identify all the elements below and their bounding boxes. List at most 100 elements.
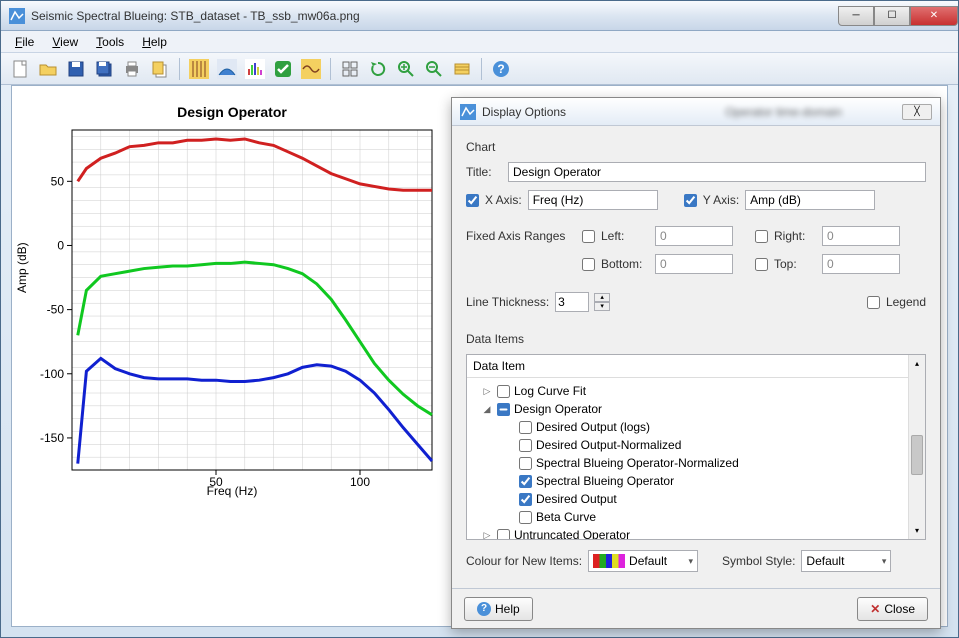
zoom-out-button[interactable] bbox=[421, 56, 447, 82]
colour-label: Colour for New Items: bbox=[466, 554, 582, 568]
chart-title: Design Operator bbox=[12, 86, 452, 120]
dialog-title: Display Options bbox=[482, 105, 725, 119]
xaxis-checkbox[interactable] bbox=[466, 194, 479, 207]
tree-item[interactable]: ▷Untruncated Operator bbox=[473, 526, 919, 540]
titlebar[interactable]: Seismic Spectral Blueing: STB_dataset - … bbox=[1, 1, 958, 31]
menu-view[interactable]: View bbox=[44, 33, 86, 51]
grid-button[interactable] bbox=[337, 56, 363, 82]
copy-button[interactable] bbox=[147, 56, 173, 82]
title-input[interactable] bbox=[508, 162, 926, 182]
menu-file[interactable]: File bbox=[7, 33, 42, 51]
tree-checkbox[interactable] bbox=[519, 439, 532, 452]
left-input[interactable] bbox=[655, 226, 733, 246]
legend-label: Legend bbox=[886, 295, 926, 309]
help-icon: ? bbox=[491, 59, 511, 79]
bottom-input[interactable] bbox=[655, 254, 733, 274]
series-desired-output-(upper) bbox=[78, 139, 432, 190]
tree-item-label: Log Curve Fit bbox=[514, 384, 586, 398]
chart-plot[interactable]: 50100-150-100-50050 bbox=[12, 120, 452, 520]
data-items-label: Data Items bbox=[466, 332, 926, 346]
tree-item[interactable]: Desired Output (logs) bbox=[473, 418, 919, 436]
scroll-up-icon[interactable]: ▴ bbox=[909, 355, 925, 372]
top-label: Top: bbox=[774, 257, 816, 271]
colour-combo[interactable]: Default bbox=[588, 550, 698, 572]
tree-checkbox[interactable] bbox=[519, 493, 532, 506]
help-button[interactable]: ?Help bbox=[464, 597, 533, 621]
seismic-button[interactable] bbox=[186, 56, 212, 82]
close-button[interactable]: ✕ bbox=[910, 6, 958, 26]
open-file-button[interactable] bbox=[35, 56, 61, 82]
blueing-button[interactable] bbox=[214, 56, 240, 82]
main-window: Seismic Spectral Blueing: STB_dataset - … bbox=[0, 0, 959, 638]
help-button[interactable]: ? bbox=[488, 56, 514, 82]
refresh-button[interactable] bbox=[365, 56, 391, 82]
tree-checkbox[interactable] bbox=[497, 385, 510, 398]
symbol-combo[interactable]: Default bbox=[801, 550, 891, 572]
refresh-icon bbox=[368, 59, 388, 79]
yaxis-checkbox[interactable] bbox=[684, 194, 697, 207]
save-icon bbox=[66, 59, 86, 79]
close-x-icon: ✕ bbox=[870, 602, 880, 616]
top-input[interactable] bbox=[822, 254, 900, 274]
series-desired-output-(lower) bbox=[78, 358, 432, 463]
tree-checkbox[interactable] bbox=[519, 511, 532, 524]
scroll-down-icon[interactable]: ▾ bbox=[909, 522, 925, 539]
fit-icon bbox=[452, 59, 472, 79]
tree-item[interactable]: Desired Output bbox=[473, 490, 919, 508]
operator-icon bbox=[301, 59, 321, 79]
tree-checkbox[interactable] bbox=[519, 475, 532, 488]
svg-text:100: 100 bbox=[350, 475, 370, 489]
tree-item-label: Spectral Blueing Operator-Normalized bbox=[536, 456, 739, 470]
fit-button[interactable] bbox=[449, 56, 475, 82]
check-button[interactable] bbox=[270, 56, 296, 82]
tree-toggle-icon[interactable]: ▷ bbox=[481, 530, 493, 541]
operator-button[interactable] bbox=[298, 56, 324, 82]
tree-checkbox[interactable] bbox=[519, 421, 532, 434]
tree-item[interactable]: ◢Design Operator bbox=[473, 400, 919, 418]
print-button[interactable] bbox=[119, 56, 145, 82]
dialog-close-icon[interactable]: ╳ bbox=[902, 104, 932, 120]
dialog-titlebar[interactable]: Display Options Operator time-domain ╳ bbox=[452, 98, 940, 126]
top-checkbox[interactable] bbox=[755, 258, 768, 271]
data-item-tree[interactable]: ▷Log Curve Fit◢Design OperatorDesired Ou… bbox=[467, 378, 925, 540]
tree-toggle-icon[interactable]: ◢ bbox=[481, 404, 493, 415]
right-input[interactable] bbox=[822, 226, 900, 246]
menu-help[interactable]: Help bbox=[134, 33, 175, 51]
scroll-thumb[interactable] bbox=[911, 435, 923, 475]
spinner-buttons[interactable]: ▴▾ bbox=[594, 293, 610, 311]
tree-checkbox[interactable] bbox=[497, 403, 510, 416]
save-button[interactable] bbox=[63, 56, 89, 82]
svg-text:?: ? bbox=[497, 62, 504, 76]
close-button-dialog[interactable]: ✕Close bbox=[857, 597, 928, 621]
bottom-checkbox[interactable] bbox=[582, 258, 595, 271]
dialog-icon bbox=[460, 104, 476, 120]
tree-toggle-icon[interactable]: ▷ bbox=[481, 386, 493, 397]
minimize-button[interactable]: ─ bbox=[838, 6, 874, 26]
tree-item-label: Desired Output bbox=[536, 492, 617, 506]
save-all-button[interactable] bbox=[91, 56, 117, 82]
tree-item-label: Desired Output-Normalized bbox=[536, 438, 681, 452]
tree-item[interactable]: ▷ Log Curve Fit bbox=[473, 382, 919, 400]
tree-item[interactable]: Beta Curve bbox=[473, 508, 919, 526]
fixed-ranges-label: Fixed Axis Ranges bbox=[466, 229, 576, 243]
series-spectral-blueing-operator bbox=[78, 262, 432, 415]
right-checkbox[interactable] bbox=[755, 230, 768, 243]
yaxis-input[interactable] bbox=[745, 190, 875, 210]
tree-checkbox[interactable] bbox=[497, 529, 510, 541]
tree-item[interactable]: Desired Output-Normalized bbox=[473, 436, 919, 454]
legend-checkbox[interactable] bbox=[867, 296, 880, 309]
print-icon bbox=[122, 59, 142, 79]
tree-scrollbar[interactable]: ▴ ▾ bbox=[908, 355, 925, 539]
symbol-label: Symbol Style: bbox=[722, 554, 795, 568]
zoom-in-button[interactable] bbox=[393, 56, 419, 82]
left-checkbox[interactable] bbox=[582, 230, 595, 243]
new-file-button[interactable] bbox=[7, 56, 33, 82]
line-thickness-spinner[interactable]: 3 bbox=[555, 292, 589, 312]
maximize-button[interactable]: ☐ bbox=[874, 6, 910, 26]
spectrum-button[interactable] bbox=[242, 56, 268, 82]
tree-item[interactable]: Spectral Blueing Operator bbox=[473, 472, 919, 490]
menu-tools[interactable]: Tools bbox=[88, 33, 132, 51]
xaxis-input[interactable] bbox=[528, 190, 658, 210]
tree-item[interactable]: Spectral Blueing Operator-Normalized bbox=[473, 454, 919, 472]
tree-checkbox[interactable] bbox=[519, 457, 532, 470]
